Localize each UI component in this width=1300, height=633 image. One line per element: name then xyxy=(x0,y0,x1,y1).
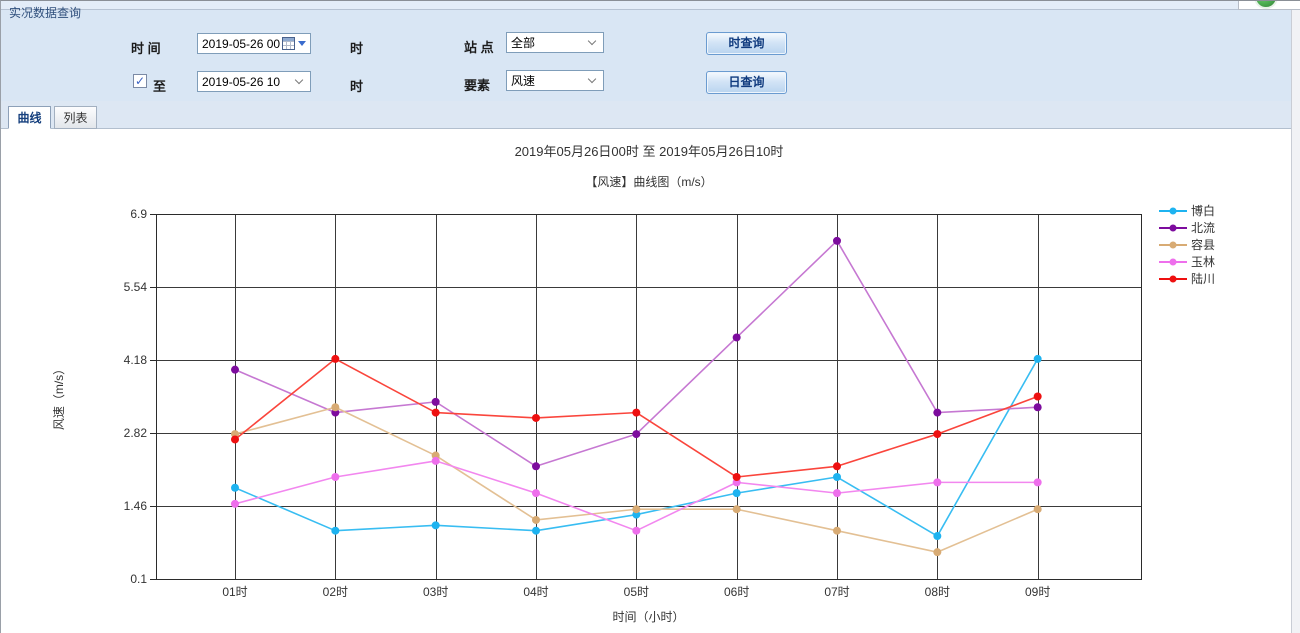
station-label: 站 点 xyxy=(464,37,494,56)
hour-query-button[interactable]: 时查询 xyxy=(706,32,787,55)
element-value: 风速 xyxy=(511,72,589,89)
svg-text:博白: 博白 xyxy=(1191,203,1215,218)
right-scroll-strip[interactable] xyxy=(1291,1,1300,633)
to-checkbox[interactable]: ✓ xyxy=(133,74,147,88)
tab-list[interactable]: 列表 xyxy=(54,106,97,129)
day-query-button[interactable]: 日查询 xyxy=(706,71,787,94)
to-label: 至 xyxy=(153,76,166,95)
svg-text:4.18: 4.18 xyxy=(124,353,148,367)
y-axis-ticks: 0.1 1.46 2.82 4.18 5.54 6.9 xyxy=(124,207,156,586)
svg-text:03时: 03时 xyxy=(423,585,448,599)
datepicker-arrow-icon[interactable] xyxy=(298,41,306,46)
svg-text:04时: 04时 xyxy=(523,585,548,599)
end-time-value: 2019-05-26 10 xyxy=(202,75,296,89)
panel-title: 实况数据查询 xyxy=(6,4,84,21)
chart-subtitle: 【风速】曲线图（m/s） xyxy=(1,173,1297,190)
x-axis-ticks: 01时 02时 03时 04时 05时 06时 07时 08时 09时 xyxy=(222,585,1050,599)
svg-text:01时: 01时 xyxy=(222,585,247,599)
tab-curve[interactable]: 曲线 xyxy=(8,106,51,129)
start-time-value: 2019-05-26 00 xyxy=(202,37,282,51)
svg-text:07时: 07时 xyxy=(824,585,849,599)
svg-text:陆川: 陆川 xyxy=(1191,271,1215,286)
svg-text:1.46: 1.46 xyxy=(124,499,148,513)
chart-title: 2019年05月26日00时 至 2019年05月26日10时 xyxy=(1,141,1297,160)
x-axis-title: 时间（小时） xyxy=(612,610,684,624)
svg-text:北流: 北流 xyxy=(1191,221,1215,235)
chart-legend: 博白北流容县玉林陆川 xyxy=(1159,203,1215,286)
element-label: 要素 xyxy=(464,75,490,94)
tab-bar: 曲线 列表 xyxy=(1,101,1300,129)
corner-tab xyxy=(1238,1,1300,10)
chart-svg: 0.1 1.46 2.82 4.18 5.54 6.9 01时 02时 03时 04时 05时 06时… xyxy=(1,129,1293,633)
svg-text:容县: 容县 xyxy=(1191,237,1215,252)
green-circle-button[interactable] xyxy=(1254,0,1278,9)
chevron-down-icon xyxy=(295,76,303,84)
station-select[interactable]: 全部 xyxy=(506,32,604,53)
svg-text:玉林: 玉林 xyxy=(1191,255,1215,269)
end-time-input[interactable]: 2019-05-26 10 xyxy=(197,71,311,92)
svg-text:09时: 09时 xyxy=(1025,585,1050,599)
svg-text:06时: 06时 xyxy=(724,585,749,599)
start-time-input[interactable]: 2019-05-26 00 xyxy=(197,33,311,54)
svg-text:02时: 02时 xyxy=(323,585,348,599)
time-label: 时 间 xyxy=(131,38,161,57)
chevron-down-icon xyxy=(588,37,596,45)
svg-text:6.9: 6.9 xyxy=(130,207,147,221)
hour-suffix-1: 时 xyxy=(350,38,363,57)
y-axis-title: 风速（m/s） xyxy=(52,363,66,430)
chevron-down-icon xyxy=(588,75,596,83)
panel-top-border xyxy=(1,1,1300,10)
svg-text:2.82: 2.82 xyxy=(124,426,148,440)
hour-suffix-2: 时 xyxy=(350,76,363,95)
chart-panel: 2019年05月26日00时 至 2019年05月26日10时 【风速】曲线图（… xyxy=(1,129,1293,633)
svg-text:08时: 08时 xyxy=(925,585,950,599)
station-value: 全部 xyxy=(511,34,589,51)
app-window: 实况数据查询 时 间 2019-05-26 00 时 站 点 全部 时查询 ✓ … xyxy=(0,0,1300,633)
element-select[interactable]: 风速 xyxy=(506,70,604,91)
svg-text:5.54: 5.54 xyxy=(124,280,148,294)
svg-text:05时: 05时 xyxy=(624,585,649,599)
query-panel: 实况数据查询 时 间 2019-05-26 00 时 站 点 全部 时查询 ✓ … xyxy=(1,1,1300,101)
svg-text:0.1: 0.1 xyxy=(130,572,147,586)
calendar-icon[interactable] xyxy=(282,37,295,50)
